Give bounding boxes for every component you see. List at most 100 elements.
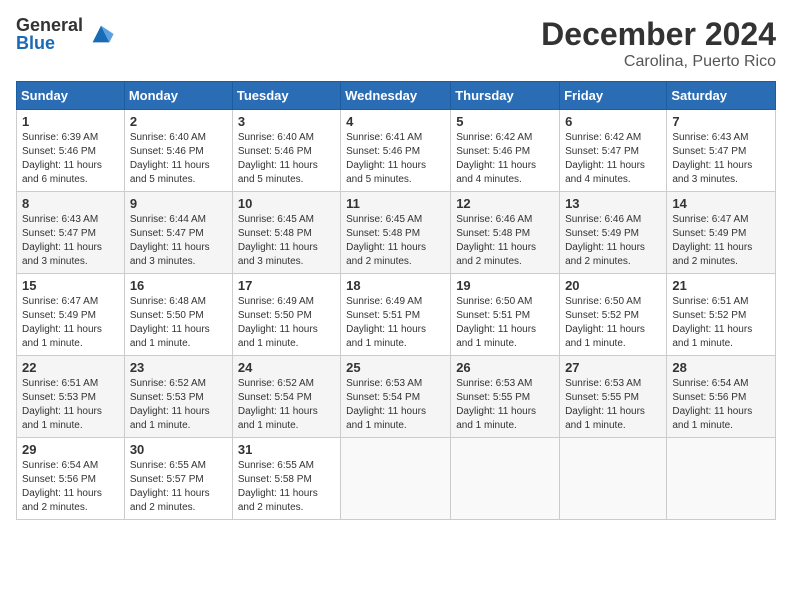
day-info: Sunrise: 6:55 AM Sunset: 5:57 PM Dayligh… — [130, 459, 227, 515]
sunrise-label: Sunrise: 6:54 AM — [22, 460, 98, 471]
sunrise-label: Sunrise: 6:40 AM — [130, 132, 206, 143]
day-number: 29 — [22, 442, 119, 457]
day-info: Sunrise: 6:48 AM Sunset: 5:50 PM Dayligh… — [130, 295, 227, 351]
table-row: 28 Sunrise: 6:54 AM Sunset: 5:56 PM Dayl… — [667, 356, 776, 438]
table-row: 19 Sunrise: 6:50 AM Sunset: 5:51 PM Dayl… — [451, 274, 560, 356]
sunrise-label: Sunrise: 6:51 AM — [672, 296, 748, 307]
table-row: 5 Sunrise: 6:42 AM Sunset: 5:46 PM Dayli… — [451, 110, 560, 192]
table-row — [341, 438, 451, 520]
sunset-label: Sunset: 5:48 PM — [456, 228, 530, 239]
sunrise-label: Sunrise: 6:39 AM — [22, 132, 98, 143]
day-number: 9 — [130, 196, 227, 211]
day-info: Sunrise: 6:50 AM Sunset: 5:52 PM Dayligh… — [565, 295, 661, 351]
sunrise-label: Sunrise: 6:46 AM — [565, 214, 641, 225]
sunrise-label: Sunrise: 6:40 AM — [238, 132, 314, 143]
day-info: Sunrise: 6:43 AM Sunset: 5:47 PM Dayligh… — [672, 131, 770, 187]
day-number: 11 — [346, 196, 445, 211]
sunset-label: Sunset: 5:56 PM — [672, 392, 746, 403]
day-info: Sunrise: 6:40 AM Sunset: 5:46 PM Dayligh… — [238, 131, 335, 187]
daylight-label: Daylight: 11 hours and 5 minutes. — [346, 160, 426, 185]
day-number: 24 — [238, 360, 335, 375]
daylight-label: Daylight: 11 hours and 2 minutes. — [346, 242, 426, 267]
day-number: 27 — [565, 360, 661, 375]
daylight-label: Daylight: 11 hours and 1 minute. — [130, 406, 210, 431]
table-row: 2 Sunrise: 6:40 AM Sunset: 5:46 PM Dayli… — [124, 110, 232, 192]
table-row: 7 Sunrise: 6:43 AM Sunset: 5:47 PM Dayli… — [667, 110, 776, 192]
table-row: 24 Sunrise: 6:52 AM Sunset: 5:54 PM Dayl… — [232, 356, 340, 438]
day-info: Sunrise: 6:45 AM Sunset: 5:48 PM Dayligh… — [238, 213, 335, 269]
sunset-label: Sunset: 5:49 PM — [672, 228, 746, 239]
sunset-label: Sunset: 5:46 PM — [346, 146, 420, 157]
sunset-label: Sunset: 5:49 PM — [22, 310, 96, 321]
daylight-label: Daylight: 11 hours and 2 minutes. — [565, 242, 645, 267]
col-saturday: Saturday — [667, 82, 776, 110]
day-info: Sunrise: 6:54 AM Sunset: 5:56 PM Dayligh… — [672, 377, 770, 433]
table-row: 11 Sunrise: 6:45 AM Sunset: 5:48 PM Dayl… — [341, 192, 451, 274]
table-row: 3 Sunrise: 6:40 AM Sunset: 5:46 PM Dayli… — [232, 110, 340, 192]
day-info: Sunrise: 6:53 AM Sunset: 5:55 PM Dayligh… — [456, 377, 554, 433]
sunrise-label: Sunrise: 6:45 AM — [238, 214, 314, 225]
day-info: Sunrise: 6:49 AM Sunset: 5:51 PM Dayligh… — [346, 295, 445, 351]
daylight-label: Daylight: 11 hours and 5 minutes. — [238, 160, 318, 185]
day-info: Sunrise: 6:50 AM Sunset: 5:51 PM Dayligh… — [456, 295, 554, 351]
table-row: 10 Sunrise: 6:45 AM Sunset: 5:48 PM Dayl… — [232, 192, 340, 274]
sunrise-label: Sunrise: 6:54 AM — [672, 378, 748, 389]
day-number: 18 — [346, 278, 445, 293]
day-number: 25 — [346, 360, 445, 375]
col-thursday: Thursday — [451, 82, 560, 110]
sunrise-label: Sunrise: 6:55 AM — [238, 460, 314, 471]
sunset-label: Sunset: 5:48 PM — [238, 228, 312, 239]
day-info: Sunrise: 6:47 AM Sunset: 5:49 PM Dayligh… — [22, 295, 119, 351]
day-number: 14 — [672, 196, 770, 211]
day-info: Sunrise: 6:52 AM Sunset: 5:53 PM Dayligh… — [130, 377, 227, 433]
month-title: December 2024 — [541, 16, 776, 53]
sunrise-label: Sunrise: 6:44 AM — [130, 214, 206, 225]
table-row: 12 Sunrise: 6:46 AM Sunset: 5:48 PM Dayl… — [451, 192, 560, 274]
day-number: 26 — [456, 360, 554, 375]
table-row: 15 Sunrise: 6:47 AM Sunset: 5:49 PM Dayl… — [17, 274, 125, 356]
daylight-label: Daylight: 11 hours and 3 minutes. — [238, 242, 318, 267]
daylight-label: Daylight: 11 hours and 3 minutes. — [22, 242, 102, 267]
location-title: Carolina, Puerto Rico — [541, 53, 776, 71]
day-number: 12 — [456, 196, 554, 211]
col-sunday: Sunday — [17, 82, 125, 110]
day-number: 19 — [456, 278, 554, 293]
table-row: 18 Sunrise: 6:49 AM Sunset: 5:51 PM Dayl… — [341, 274, 451, 356]
sunset-label: Sunset: 5:47 PM — [130, 228, 204, 239]
day-info: Sunrise: 6:46 AM Sunset: 5:49 PM Dayligh… — [565, 213, 661, 269]
day-info: Sunrise: 6:53 AM Sunset: 5:55 PM Dayligh… — [565, 377, 661, 433]
sunrise-label: Sunrise: 6:42 AM — [456, 132, 532, 143]
day-number: 20 — [565, 278, 661, 293]
day-number: 7 — [672, 114, 770, 129]
daylight-label: Daylight: 11 hours and 1 minute. — [346, 406, 426, 431]
day-number: 6 — [565, 114, 661, 129]
day-info: Sunrise: 6:49 AM Sunset: 5:50 PM Dayligh… — [238, 295, 335, 351]
logo-blue-text: Blue — [16, 34, 83, 52]
col-friday: Friday — [560, 82, 667, 110]
day-info: Sunrise: 6:43 AM Sunset: 5:47 PM Dayligh… — [22, 213, 119, 269]
table-row: 21 Sunrise: 6:51 AM Sunset: 5:52 PM Dayl… — [667, 274, 776, 356]
day-info: Sunrise: 6:51 AM Sunset: 5:52 PM Dayligh… — [672, 295, 770, 351]
daylight-label: Daylight: 11 hours and 1 minute. — [238, 406, 318, 431]
day-number: 16 — [130, 278, 227, 293]
day-info: Sunrise: 6:54 AM Sunset: 5:56 PM Dayligh… — [22, 459, 119, 515]
logo: General Blue — [16, 16, 115, 52]
daylight-label: Daylight: 11 hours and 6 minutes. — [22, 160, 102, 185]
day-number: 3 — [238, 114, 335, 129]
sunset-label: Sunset: 5:54 PM — [238, 392, 312, 403]
sunset-label: Sunset: 5:55 PM — [456, 392, 530, 403]
sunset-label: Sunset: 5:47 PM — [22, 228, 96, 239]
title-area: December 2024 Carolina, Puerto Rico — [541, 16, 776, 71]
sunrise-label: Sunrise: 6:47 AM — [672, 214, 748, 225]
sunset-label: Sunset: 5:46 PM — [22, 146, 96, 157]
daylight-label: Daylight: 11 hours and 1 minute. — [22, 324, 102, 349]
daylight-label: Daylight: 11 hours and 4 minutes. — [565, 160, 645, 185]
sunset-label: Sunset: 5:46 PM — [238, 146, 312, 157]
day-number: 10 — [238, 196, 335, 211]
daylight-label: Daylight: 11 hours and 1 minute. — [456, 324, 536, 349]
day-info: Sunrise: 6:42 AM Sunset: 5:46 PM Dayligh… — [456, 131, 554, 187]
day-number: 22 — [22, 360, 119, 375]
day-info: Sunrise: 6:44 AM Sunset: 5:47 PM Dayligh… — [130, 213, 227, 269]
day-number: 4 — [346, 114, 445, 129]
daylight-label: Daylight: 11 hours and 1 minute. — [565, 324, 645, 349]
